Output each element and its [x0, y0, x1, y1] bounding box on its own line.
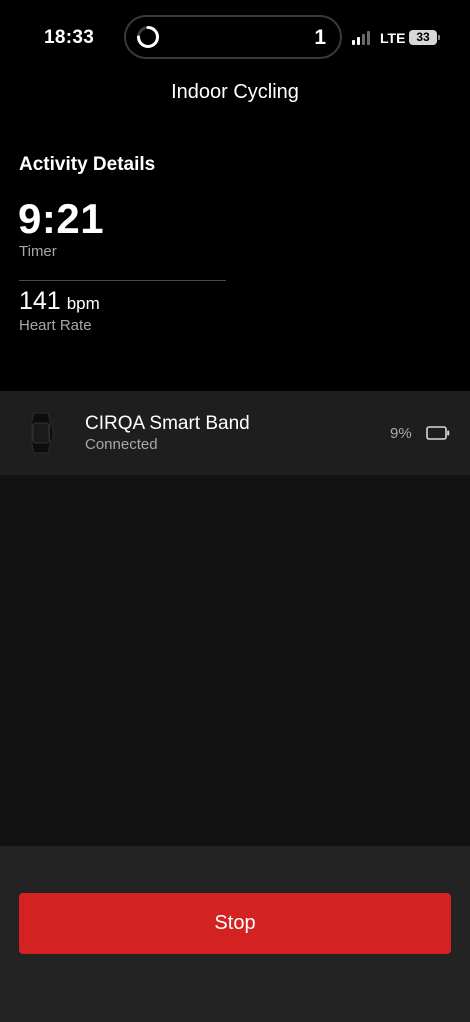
status-time: 18:33: [44, 27, 95, 48]
island-count: 1: [314, 26, 326, 49]
activity-details-heading: Activity Details: [19, 154, 156, 175]
footer: Stop: [0, 846, 470, 1022]
network-type: LTE: [380, 30, 406, 46]
device-battery-percent: 9%: [390, 425, 412, 442]
dynamic-island[interactable]: 1: [124, 15, 342, 59]
timer-label: Timer: [19, 243, 57, 260]
battery-icon: 33: [409, 30, 437, 45]
stop-button[interactable]: Stop: [19, 893, 451, 954]
content-area: [0, 475, 470, 846]
heart-rate-label: Heart Rate: [19, 317, 92, 334]
status-bar: 18:33 1 LTE 33: [0, 0, 470, 78]
battery-level: 33: [416, 30, 430, 44]
battery-outline-icon: [426, 426, 450, 440]
heart-rate-row: 141 bpm: [19, 287, 100, 316]
smart-band-icon: [31, 412, 54, 454]
heart-rate-value: 141: [19, 287, 61, 315]
device-name: CIRQA Smart Band: [85, 413, 250, 434]
battery-tip: [438, 35, 440, 40]
divider: [19, 280, 226, 281]
activity-ring-icon: [137, 26, 159, 48]
page-title: Indoor Cycling: [171, 81, 299, 103]
cellular-signal-icon: [352, 30, 374, 45]
heart-rate-unit: bpm: [66, 294, 100, 313]
device-status: Connected: [85, 436, 158, 453]
device-row[interactable]: CIRQA Smart Band Connected 9%: [0, 391, 470, 475]
timer-value: 9:21: [18, 195, 105, 242]
